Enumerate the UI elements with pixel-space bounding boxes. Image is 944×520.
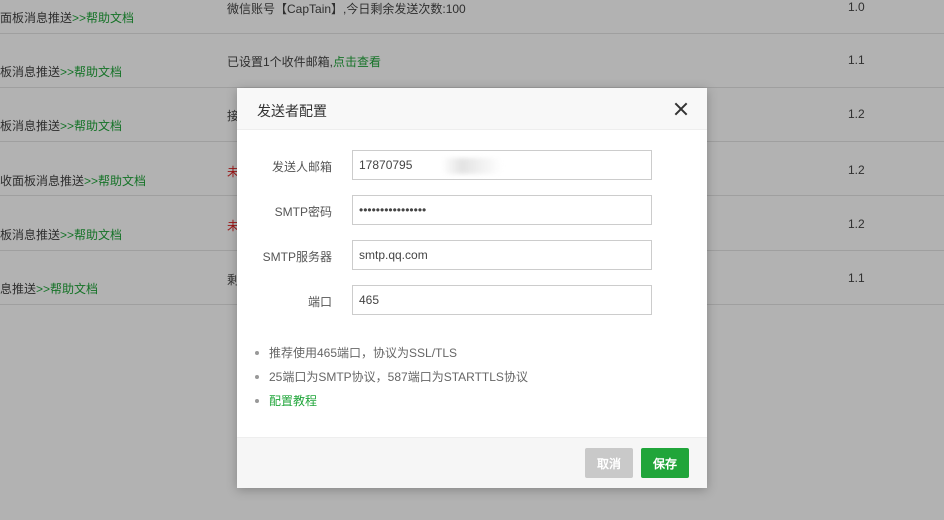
tutorial-link[interactable]: 配置教程 bbox=[255, 393, 528, 417]
tip-item: 25端口为SMTP协议，587端口为STARTTLS协议 bbox=[255, 369, 528, 393]
cancel-button[interactable]: 取消 bbox=[585, 448, 633, 478]
dialog-title: 发送者配置 bbox=[257, 103, 327, 119]
dialog-header: 发送者配置 bbox=[237, 88, 707, 130]
smtp-server-row: SMTP服务器 bbox=[237, 240, 707, 270]
smtp-server-input[interactable] bbox=[352, 240, 652, 270]
dialog-footer: 取消 保存 bbox=[237, 437, 707, 488]
tips-list: 推荐使用465端口，协议为SSL/TLS 25端口为SMTP协议，587端口为S… bbox=[255, 345, 528, 417]
port-label: 端口 bbox=[307, 295, 332, 309]
port-row: 端口 bbox=[237, 285, 707, 315]
smtp-password-row: SMTP密码 bbox=[237, 195, 707, 225]
sender-email-input[interactable] bbox=[352, 150, 652, 180]
smtp-password-input[interactable] bbox=[352, 195, 652, 225]
sender-email-label: 发送人邮箱 bbox=[271, 160, 332, 174]
smtp-server-label: SMTP服务器 bbox=[262, 250, 332, 264]
save-button[interactable]: 保存 bbox=[641, 448, 689, 478]
redaction-blur bbox=[442, 158, 502, 174]
tip-item: 推荐使用465端口，协议为SSL/TLS bbox=[255, 345, 528, 369]
smtp-password-label: SMTP密码 bbox=[274, 205, 332, 219]
sender-config-dialog: 发送者配置 发送人邮箱 SMTP密码 SMTP服务器 端口 推荐使用465端口，… bbox=[237, 88, 707, 488]
close-icon[interactable] bbox=[671, 99, 691, 119]
sender-email-row: 发送人邮箱 bbox=[237, 150, 707, 180]
port-input[interactable] bbox=[352, 285, 652, 315]
